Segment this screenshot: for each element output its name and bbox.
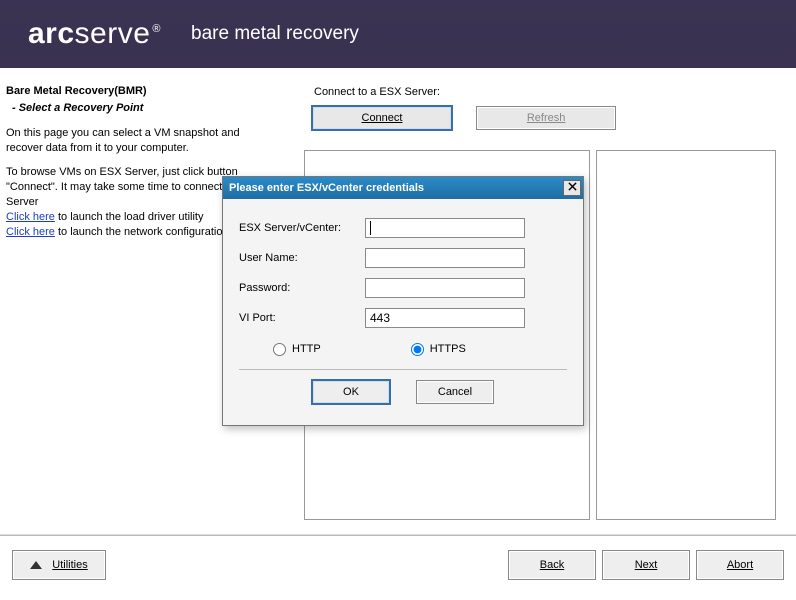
close-icon	[568, 182, 577, 194]
dialog-close-button[interactable]	[563, 180, 581, 196]
dialog-button-row: OK Cancel	[239, 380, 567, 404]
bottom-bar: Utilities Back Next Abort	[0, 535, 796, 597]
https-radio-option[interactable]: HTTPS	[411, 343, 466, 356]
brand-bold: arc	[28, 17, 75, 50]
cancel-button[interactable]: Cancel	[416, 380, 494, 404]
password-label: Password:	[239, 282, 365, 294]
ok-button[interactable]: OK	[312, 380, 390, 404]
utilities-label: Utilities	[52, 559, 87, 571]
dialog-titlebar[interactable]: Please enter ESX/vCenter credentials	[223, 177, 583, 199]
app-banner: arcserve® bare metal recovery	[0, 0, 796, 68]
https-label: HTTPS	[430, 343, 466, 355]
credentials-dialog: Please enter ESX/vCenter credentials ESX…	[222, 176, 584, 426]
text-caret	[370, 221, 371, 235]
page-title: Bare Metal Recovery(BMR)	[6, 84, 276, 99]
registered-mark: ®	[152, 23, 161, 35]
load-driver-text: to launch the load driver utility	[55, 211, 204, 223]
https-radio[interactable]	[411, 343, 424, 356]
instruction-paragraph-1: On this page you can select a VM snapsho…	[6, 126, 276, 156]
vi-port-label: VI Port:	[239, 312, 365, 324]
http-radio-option[interactable]: HTTP	[273, 343, 321, 356]
utilities-button[interactable]: Utilities	[12, 550, 106, 580]
esx-server-input[interactable]	[365, 218, 525, 238]
dialog-body: ESX Server/vCenter: User Name: Password:…	[223, 199, 583, 410]
refresh-button[interactable]: Refresh	[476, 106, 616, 130]
http-radio[interactable]	[273, 343, 286, 356]
back-button[interactable]: Back	[508, 550, 596, 580]
brand-logo: arcserve®	[28, 17, 161, 51]
vi-port-input[interactable]	[365, 308, 525, 328]
triangle-up-icon	[30, 561, 42, 569]
vm-detail-box	[596, 150, 776, 520]
load-driver-link[interactable]: Click here	[6, 211, 55, 223]
esx-server-label: ESX Server/vCenter:	[239, 222, 365, 234]
page-subtitle: - Select a Recovery Point	[12, 101, 276, 116]
brand-rest: serve	[75, 17, 151, 50]
network-config-link[interactable]: Click here	[6, 226, 55, 238]
username-label: User Name:	[239, 252, 365, 264]
connect-button[interactable]: Connect	[312, 106, 452, 130]
password-input[interactable]	[365, 278, 525, 298]
banner-subtitle: bare metal recovery	[191, 23, 359, 45]
abort-button[interactable]: Abort	[696, 550, 784, 580]
protocol-radio-group: HTTP HTTPS	[239, 335, 567, 363]
dialog-separator	[239, 369, 567, 370]
http-label: HTTP	[292, 343, 321, 355]
connect-button-row: Connect Refresh	[312, 106, 782, 130]
next-button[interactable]: Next	[602, 550, 690, 580]
dialog-title-text: Please enter ESX/vCenter credentials	[229, 177, 424, 199]
username-input[interactable]	[365, 248, 525, 268]
connect-label: Connect to a ESX Server:	[314, 86, 782, 98]
